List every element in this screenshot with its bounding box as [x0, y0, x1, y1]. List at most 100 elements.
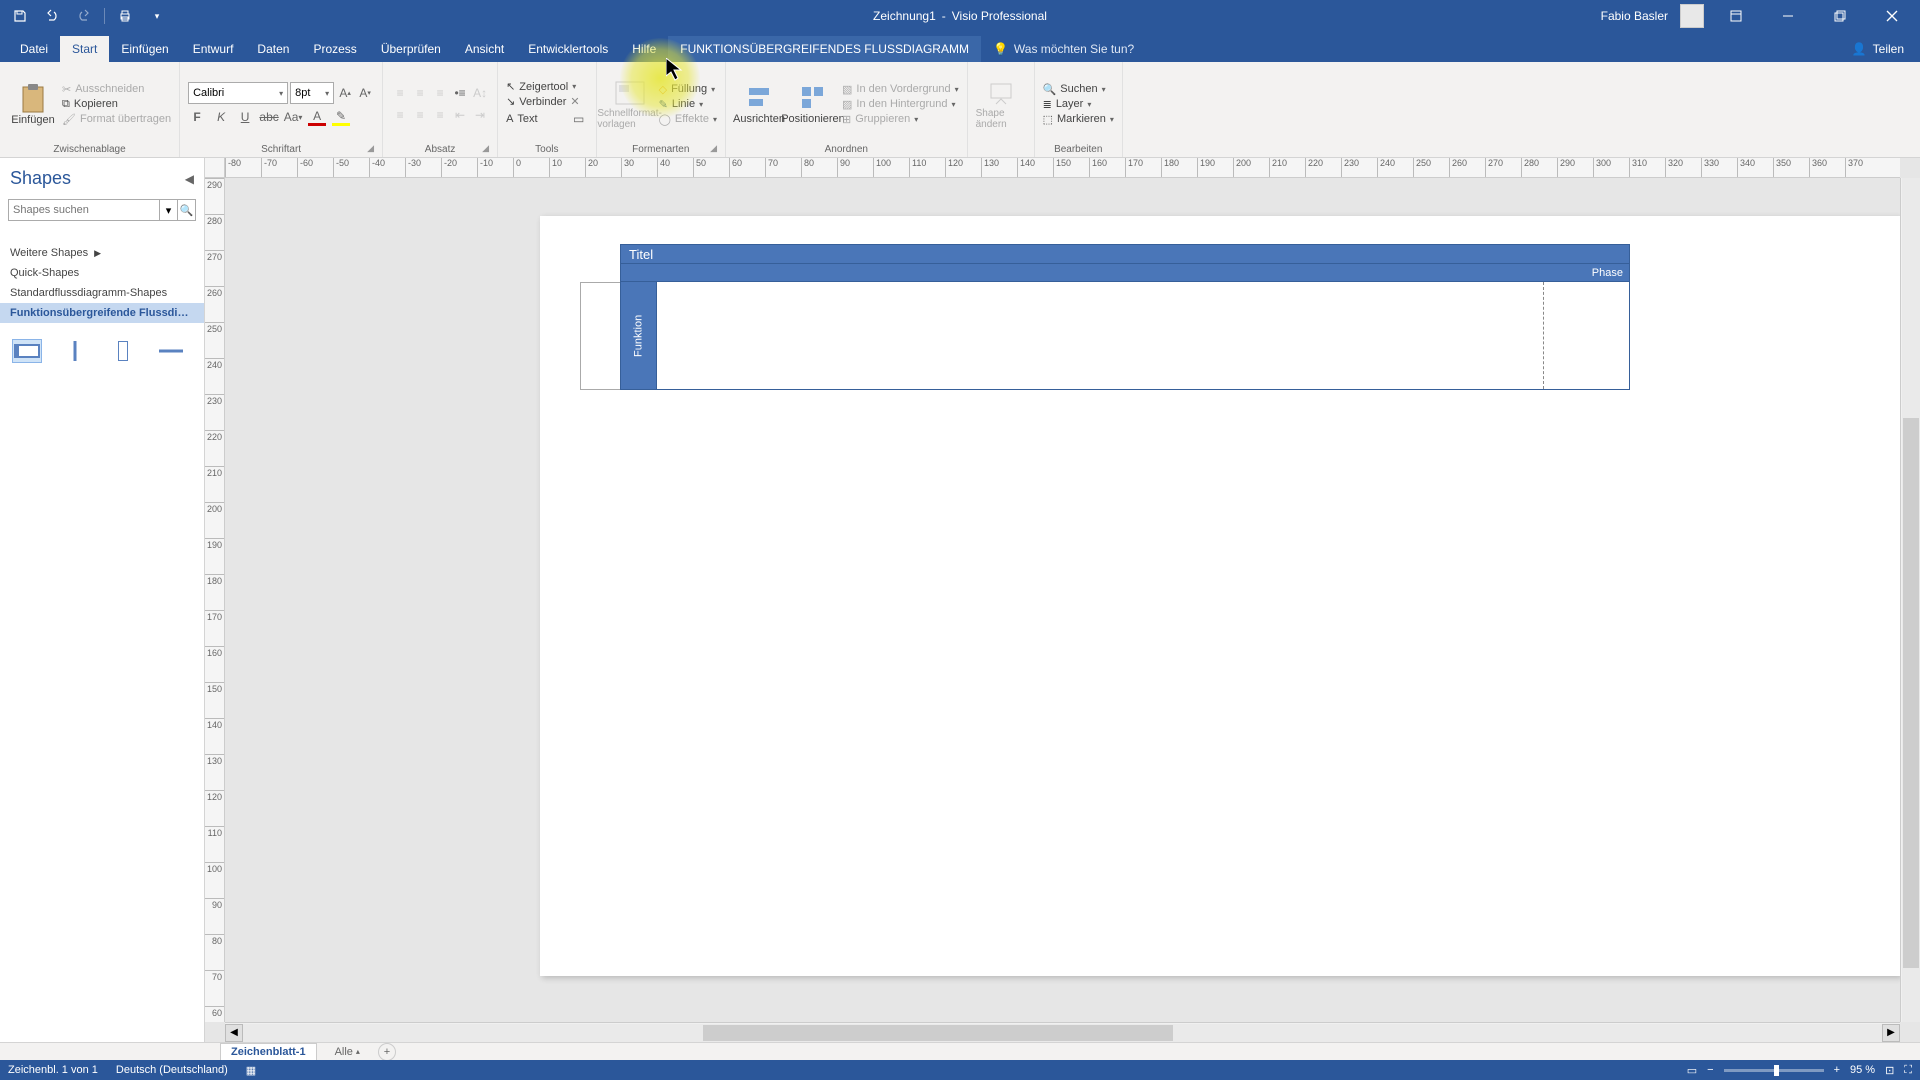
print-icon[interactable]: [113, 4, 137, 28]
scroll-thumb-v[interactable]: [1903, 418, 1919, 968]
zoom-slider-thumb[interactable]: [1774, 1065, 1779, 1076]
scroll-track[interactable]: [243, 1024, 1882, 1042]
tab-start[interactable]: Start: [60, 36, 109, 62]
connector-tool-button[interactable]: ↘Verbinder ✕: [506, 95, 588, 108]
layer-button[interactable]: ≣Layer▾: [1043, 98, 1114, 111]
more-shapes-item[interactable]: Weitere Shapes▶: [0, 243, 204, 263]
macro-recording-icon[interactable]: ▦: [246, 1064, 256, 1077]
paste-button[interactable]: Einfügen: [8, 82, 58, 126]
highlight-button[interactable]: ✎: [332, 108, 350, 126]
tell-me-search[interactable]: 💡 Was möchten Sie tun?: [981, 36, 1146, 62]
bullets-icon[interactable]: •≡: [451, 84, 469, 102]
scroll-track-v[interactable]: [1902, 178, 1920, 1022]
copy-button[interactable]: ⧉Kopieren: [62, 98, 171, 111]
text-tool-button[interactable]: AText ▭: [506, 110, 588, 128]
tab-entwurf[interactable]: Entwurf: [181, 36, 246, 62]
undo-icon[interactable]: [40, 4, 64, 28]
tab-crossfunc-flowchart[interactable]: FUNKTIONSÜBERGREIFENDES FLUSSDIAGRAMM: [668, 36, 981, 62]
tab-ansicht[interactable]: Ansicht: [453, 36, 516, 62]
horizontal-scrollbar[interactable]: ◀ ▶: [225, 1022, 1900, 1042]
add-page-button[interactable]: +: [378, 1043, 396, 1061]
horizontal-separator-thumb[interactable]: [156, 339, 186, 363]
align-center-icon[interactable]: ≡: [411, 106, 429, 124]
decrease-indent-icon[interactable]: ⇤: [451, 106, 469, 124]
tab-einfuegen[interactable]: Einfügen: [109, 36, 180, 62]
scroll-right-icon[interactable]: ▶: [1882, 1024, 1900, 1042]
vertical-scrollbar[interactable]: [1900, 178, 1920, 1022]
swimlane-container[interactable]: Titel Phase Funktion: [620, 244, 1630, 390]
minimize-icon[interactable]: [1768, 0, 1808, 32]
align-right-icon[interactable]: ≡: [431, 106, 449, 124]
align-middle-icon[interactable]: ≡: [411, 84, 429, 102]
phase-divider[interactable]: [1543, 282, 1544, 389]
quick-shapes-item[interactable]: Quick-Shapes: [0, 263, 204, 283]
scroll-left-icon[interactable]: ◀: [225, 1024, 243, 1042]
vertical-swimlane-thumb[interactable]: [108, 339, 138, 363]
status-page-info[interactable]: Zeichenbl. 1 von 1: [8, 1064, 98, 1076]
change-case-button[interactable]: Aa▾: [284, 108, 302, 126]
separator-shape-thumb[interactable]: [60, 339, 90, 363]
zoom-level[interactable]: 95 %: [1850, 1064, 1875, 1076]
format-painter-button[interactable]: 🖌Format übertragen: [62, 113, 171, 126]
shapes-search-button[interactable]: 🔍: [178, 199, 196, 221]
fill-button[interactable]: ◇Füllung▾: [659, 83, 717, 96]
find-button[interactable]: 🔍Suchen▾: [1043, 83, 1114, 96]
bring-front-button[interactable]: ▧In den Vordergrund▾: [842, 83, 959, 96]
close-icon[interactable]: [1872, 0, 1912, 32]
fullscreen-icon[interactable]: ⛶: [1904, 1064, 1912, 1077]
position-button[interactable]: Positionieren: [788, 83, 838, 125]
tab-datei[interactable]: Datei: [8, 36, 60, 62]
align-left-icon[interactable]: ≡: [391, 106, 409, 124]
swimlane-body[interactable]: [657, 282, 1629, 389]
fit-to-window-icon[interactable]: ⊡: [1885, 1064, 1894, 1077]
tab-prozess[interactable]: Prozess: [301, 36, 368, 62]
drawing-surface[interactable]: Titel Phase Funktion: [225, 178, 1900, 1022]
all-pages-dropdown[interactable]: Alle▴: [327, 1044, 368, 1060]
dialog-launcher-icon[interactable]: ◢: [710, 143, 717, 154]
text-direction-icon[interactable]: A↕: [471, 84, 489, 102]
qat-customize-icon[interactable]: ▾: [145, 4, 169, 28]
increase-font-icon[interactable]: A▴: [336, 84, 354, 102]
tab-daten[interactable]: Daten: [245, 36, 301, 62]
align-bottom-icon[interactable]: ≡: [431, 84, 449, 102]
change-shape-button[interactable]: Shape ändern: [976, 78, 1026, 130]
strikethrough-button[interactable]: abc: [260, 108, 278, 126]
crossfunc-flowchart-shapes-item[interactable]: Funktionsübergreifende Flussdiag...: [0, 303, 204, 323]
zoom-in-icon[interactable]: +: [1834, 1064, 1840, 1076]
tab-hilfe[interactable]: Hilfe: [620, 36, 668, 62]
increase-indent-icon[interactable]: ⇥: [471, 106, 489, 124]
zoom-slider[interactable]: [1724, 1069, 1824, 1072]
swimlane-lane[interactable]: Funktion: [620, 282, 1630, 390]
shapes-search-dropdown-icon[interactable]: ▾: [160, 199, 178, 221]
select-button[interactable]: ⬚Markieren▾: [1043, 113, 1114, 126]
decrease-font-icon[interactable]: A▾: [356, 84, 374, 102]
font-name-dropdown[interactable]: Calibri▾: [188, 82, 288, 104]
close-x-icon[interactable]: ✕: [570, 95, 579, 108]
shapes-search-input[interactable]: [8, 199, 160, 221]
collapse-panel-icon[interactable]: ◀: [185, 172, 194, 186]
status-language[interactable]: Deutsch (Deutschland): [116, 1064, 228, 1076]
underline-button[interactable]: U: [236, 108, 254, 126]
quick-styles-button[interactable]: Schnellformat-vorlagen: [605, 78, 655, 130]
send-back-button[interactable]: ▨In den Hintergrund▾: [842, 98, 959, 111]
align-top-icon[interactable]: ≡: [391, 84, 409, 102]
swimlane-phase-bar[interactable]: Phase: [620, 264, 1630, 282]
align-button[interactable]: Ausrichten: [734, 83, 784, 125]
user-name[interactable]: Fabio Basler: [1601, 9, 1668, 23]
presentation-mode-icon[interactable]: ▭: [1687, 1064, 1697, 1077]
save-icon[interactable]: [8, 4, 32, 28]
user-avatar[interactable]: [1680, 4, 1704, 28]
page-tab-1[interactable]: Zeichenblatt-1: [220, 1043, 317, 1061]
italic-button[interactable]: K: [212, 108, 230, 126]
ribbon-options-icon[interactable]: [1716, 0, 1756, 32]
bold-button[interactable]: F: [188, 108, 206, 126]
effects-button[interactable]: ◯Effekte▾: [659, 113, 717, 126]
swimlane-function-label[interactable]: Funktion: [621, 282, 657, 389]
cut-button[interactable]: ✂Ausschneiden: [62, 83, 171, 96]
drawing-page[interactable]: Titel Phase Funktion: [540, 216, 1900, 976]
tab-entwicklertools[interactable]: Entwicklertools: [516, 36, 620, 62]
tab-ueberpruefen[interactable]: Überprüfen: [369, 36, 453, 62]
group-button[interactable]: ⊞Gruppieren▾: [842, 113, 959, 126]
swimlane-shape-thumb[interactable]: [12, 339, 42, 363]
line-button[interactable]: ✎Linie▾: [659, 98, 717, 111]
